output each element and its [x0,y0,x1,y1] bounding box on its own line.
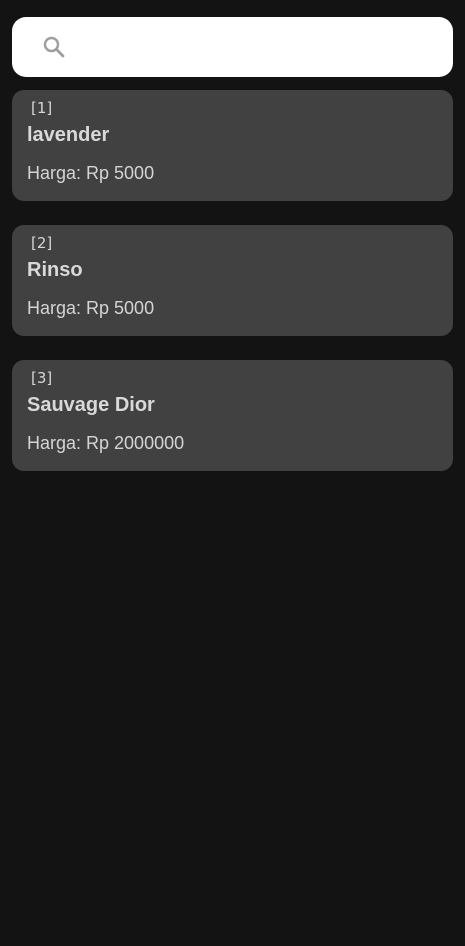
item-name: Sauvage Dior [27,394,155,416]
item-name: lavender [27,124,110,146]
list-item[interactable]: [3] Sauvage Dior Harga: Rp 2000000 [12,360,453,471]
product-list: [1] lavender Harga: Rp 5000 [2] Rinso Ha… [12,90,453,495]
search-bar[interactable] [12,17,453,77]
item-id: [2] [31,234,53,252]
list-item[interactable]: [2] Rinso Harga: Rp 5000 [12,225,453,336]
item-price: Harga: Rp 5000 [27,163,155,183]
search-input[interactable] [78,17,448,77]
item-id: [3] [31,369,53,387]
item-price: Harga: Rp 5000 [27,298,155,318]
item-price: Harga: Rp 2000000 [27,433,185,453]
app-screen: [1] lavender Harga: Rp 5000 [2] Rinso Ha… [0,0,465,946]
item-name: Rinso [27,259,83,281]
item-id: [1] [31,99,53,117]
search-icon [43,36,65,58]
list-item[interactable]: [1] lavender Harga: Rp 5000 [12,90,453,201]
